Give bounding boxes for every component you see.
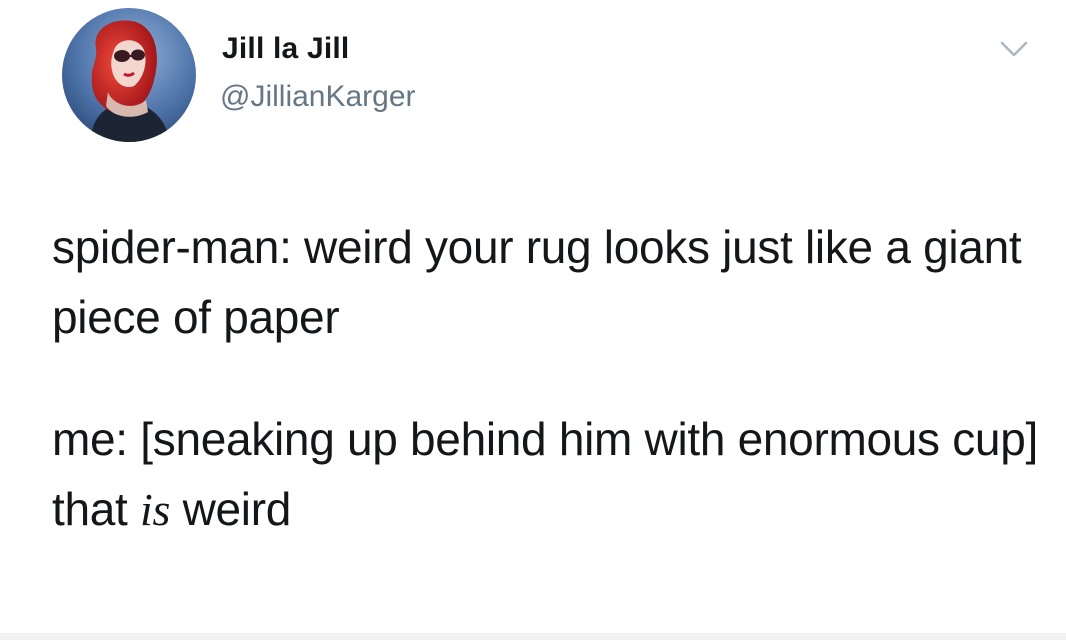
tweet-paragraph-1: spider-man: weird your rug looks just li… xyxy=(52,221,1022,343)
author-display-name[interactable]: Jill la Jill xyxy=(222,32,349,66)
tweet-paragraph-2: me: [sneaking up behind him with enormou… xyxy=(52,404,1042,545)
tweet-card: Jill la Jill @JillianKarger spider-man: … xyxy=(0,0,1066,640)
tweet-emphasis: is xyxy=(140,484,171,535)
author-handle[interactable]: @JillianKarger xyxy=(220,80,416,114)
avatar[interactable] xyxy=(62,8,196,142)
chevron-down-icon[interactable] xyxy=(996,34,1032,64)
avatar-image xyxy=(62,8,196,142)
tweet-paragraph-2-tail: weird xyxy=(170,483,292,535)
divider xyxy=(0,633,1066,640)
